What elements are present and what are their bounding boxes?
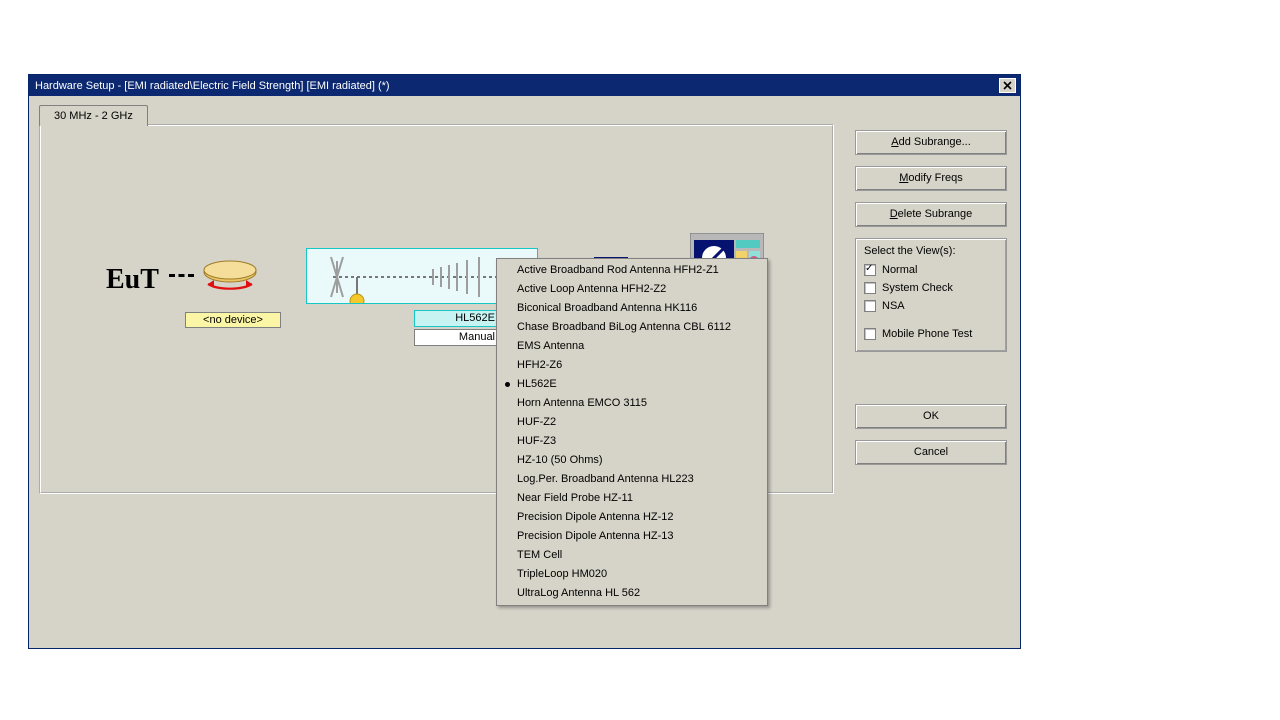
view-system-check-checkbox[interactable]: System Check [864, 279, 998, 297]
turntable-device-field[interactable]: <no device> [185, 312, 281, 328]
view-label: Normal [882, 264, 917, 276]
menu-item[interactable]: HUF-Z3 [497, 432, 767, 451]
view-normal-checkbox[interactable]: Normal [864, 261, 998, 279]
right-column: Add Subrange... Modify Freqs Delete Subr… [855, 130, 1007, 476]
view-nsa-checkbox[interactable]: NSA [864, 297, 998, 315]
antenna-fields: HL562E Manual [414, 310, 502, 348]
close-button[interactable] [999, 78, 1016, 93]
eut-dash-icon [169, 274, 194, 277]
menu-item[interactable]: HL562E [497, 375, 767, 394]
menu-item[interactable]: Horn Antenna EMCO 3115 [497, 394, 767, 413]
view-mobile-phone-checkbox[interactable]: Mobile Phone Test [864, 325, 998, 343]
menu-item[interactable]: Precision Dipole Antenna HZ-12 [497, 508, 767, 527]
antenna-select-field[interactable]: HL562E [414, 310, 502, 327]
titlebar: Hardware Setup - [EMI radiated\Electric … [29, 75, 1020, 96]
menu-item[interactable]: TripleLoop HM020 [497, 565, 767, 584]
menu-item[interactable]: Biconical Broadband Antenna HK116 [497, 299, 767, 318]
tab-freq-range[interactable]: 30 MHz - 2 GHz [39, 105, 148, 126]
menu-item[interactable]: Active Broadband Rod Antenna HFH2-Z1 [497, 261, 767, 280]
menu-item[interactable]: Near Field Probe HZ-11 [497, 489, 767, 508]
dialog-body: 30 MHz - 2 GHz EuT <no device> [29, 96, 1020, 648]
checkbox-icon [864, 328, 876, 340]
btn-label: elete Subrange [898, 208, 973, 220]
views-groupbox: Select the View(s): Normal System Check … [855, 238, 1007, 352]
menu-item[interactable]: UltraLog Antenna HL 562 [497, 584, 767, 603]
btn-label: dd Subrange... [899, 136, 971, 148]
menu-item[interactable]: Log.Per. Broadband Antenna HL223 [497, 470, 767, 489]
turntable-icon [196, 258, 264, 298]
menu-item[interactable]: Active Loop Antenna HFH2-Z2 [497, 280, 767, 299]
eut-label: EuT [106, 264, 159, 296]
window-title: Hardware Setup - [EMI radiated\Electric … [35, 80, 999, 92]
antenna-mode-field[interactable]: Manual [414, 329, 502, 346]
delete-subrange-button[interactable]: Delete Subrange [855, 202, 1007, 227]
view-label: System Check [882, 282, 953, 294]
checkbox-icon [864, 300, 876, 312]
views-header: Select the View(s): [864, 245, 998, 257]
checkbox-icon [864, 264, 876, 276]
menu-item[interactable]: HZ-10 (50 Ohms) [497, 451, 767, 470]
antenna-dropdown-menu: Active Broadband Rod Antenna HFH2-Z1Acti… [496, 258, 768, 606]
add-subrange-button[interactable]: Add Subrange... [855, 130, 1007, 155]
ok-button[interactable]: OK [855, 404, 1007, 429]
menu-item[interactable]: Precision Dipole Antenna HZ-13 [497, 527, 767, 546]
cancel-button[interactable]: Cancel [855, 440, 1007, 465]
close-icon [1003, 81, 1012, 90]
menu-item[interactable]: EMS Antenna [497, 337, 767, 356]
modify-freqs-button[interactable]: Modify Freqs [855, 166, 1007, 191]
btn-label: odify Freqs [908, 172, 962, 184]
menu-item[interactable]: TEM Cell [497, 546, 767, 565]
checkbox-icon [864, 282, 876, 294]
menu-item[interactable]: HFH2-Z6 [497, 356, 767, 375]
menu-item[interactable]: HUF-Z2 [497, 413, 767, 432]
view-label: Mobile Phone Test [882, 328, 972, 340]
menu-item[interactable]: Chase Broadband BiLog Antenna CBL 6112 [497, 318, 767, 337]
view-label: NSA [882, 300, 905, 312]
hardware-setup-window: Hardware Setup - [EMI radiated\Electric … [28, 74, 1021, 649]
